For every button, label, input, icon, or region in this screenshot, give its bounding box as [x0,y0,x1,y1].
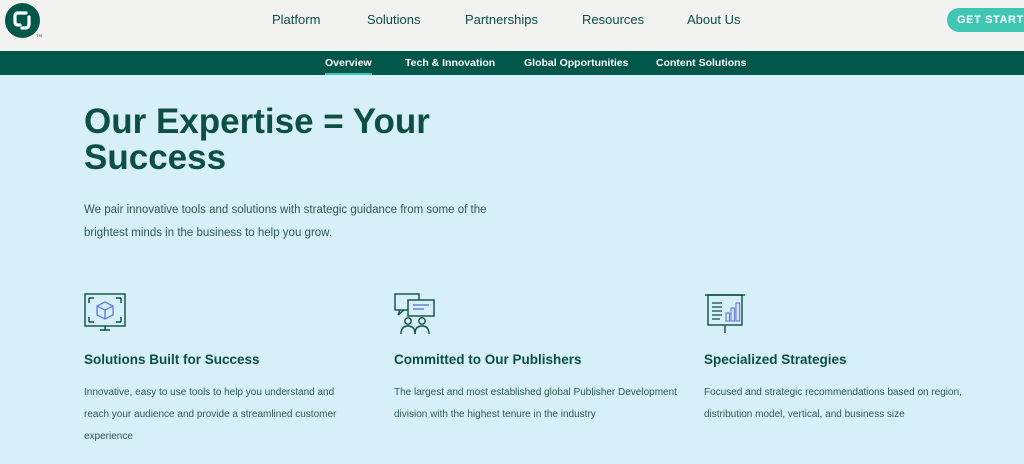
feature-text-strategies: Focused and strategic recommendations ba… [704,387,962,420]
feature-text-solutions: Innovative, easy to use tools to help yo… [84,387,337,442]
cj-logo[interactable] [5,3,40,38]
sub-nav: Overview Tech & Innovation Global Opport… [0,51,1024,75]
feature-text-publishers: The largest and most established global … [394,387,677,420]
nav-solutions[interactable]: Solutions [367,12,420,27]
nav-platform[interactable]: Platform [272,12,320,27]
cj-logo-mark-icon [13,11,31,30]
presentation-chart-icon [704,293,746,340]
nav-about-us[interactable]: About Us [687,12,740,27]
page-title: Our Expertise = Your Success [84,102,430,177]
subnav-content-solutions[interactable]: Content Solutions [656,57,746,69]
feature-title-solutions: Solutions Built for Success [84,352,260,367]
get-started-button[interactable]: GET STARTED [947,8,1024,32]
box-in-frame-icon [84,293,126,340]
nav-partnerships[interactable]: Partnerships [465,12,538,27]
subnav-overview[interactable]: Overview [325,57,372,75]
top-nav: TM Platform Solutions Partnerships Resou… [0,0,1024,51]
subnav-global-opportunities[interactable]: Global Opportunities [524,57,628,69]
subnav-tech-innovation[interactable]: Tech & Innovation [405,57,495,69]
nav-resources[interactable]: Resources [582,12,644,27]
feature-title-publishers: Committed to Our Publishers [394,352,582,367]
hero-subtitle: We pair innovative tools and solutions w… [84,204,487,239]
people-chat-icon [394,293,436,340]
trademark-mark: TM [36,33,42,38]
feature-title-strategies: Specialized Strategies [704,352,847,367]
